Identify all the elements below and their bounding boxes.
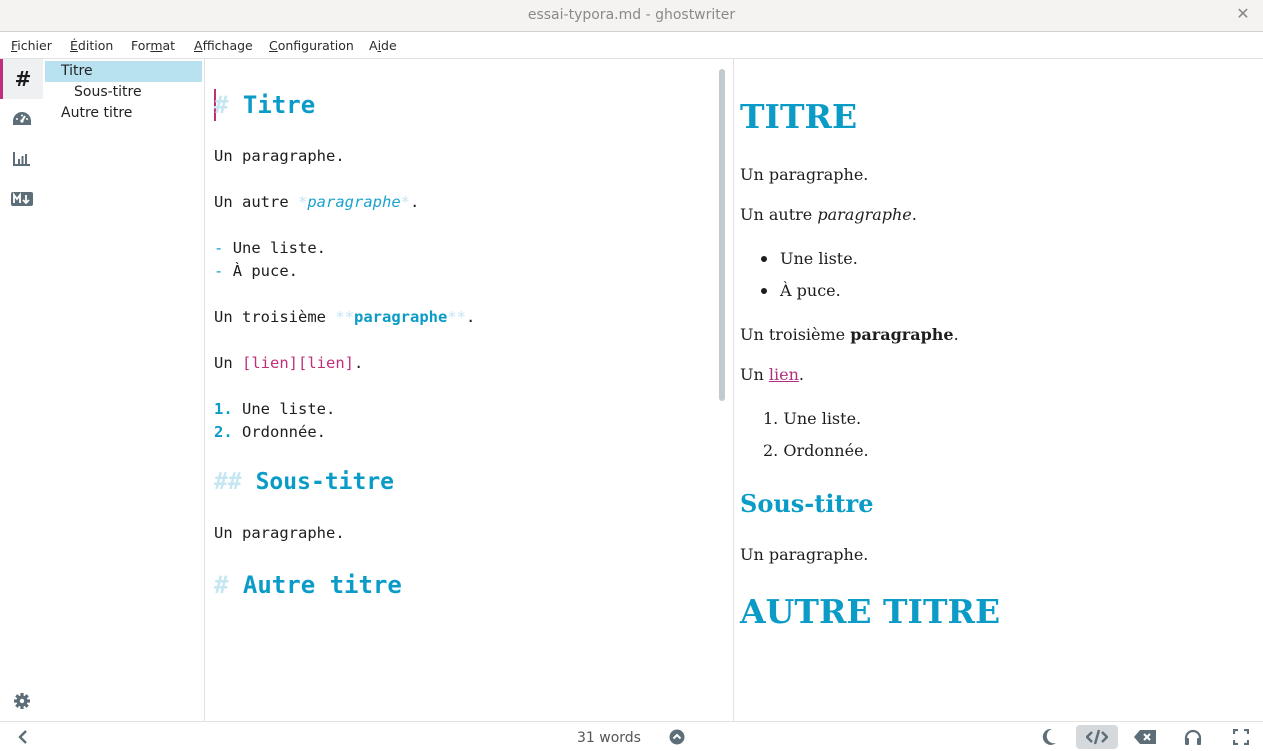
outline-panel: Titre Sous-titre Autre titre xyxy=(45,59,205,721)
gauge-icon xyxy=(12,112,31,125)
editor-paragraph-strong: Un troisième **paragraphe**. xyxy=(214,308,476,326)
chevron-up-circle-icon xyxy=(669,729,685,745)
outline-tab[interactable]: # xyxy=(0,59,43,99)
editor-heading-1b: # Autre titre xyxy=(214,571,402,599)
menu-fichier[interactable]: Fichier xyxy=(11,38,52,53)
editor-ordered-item: 1. Une liste. xyxy=(214,400,336,418)
preview-heading-2: Sous-titre xyxy=(740,489,874,518)
preview-list-item: Une liste. xyxy=(780,249,858,268)
preview-list-item: À puce. xyxy=(780,281,841,300)
editor-heading-1: # Titre xyxy=(214,91,316,119)
editor-paragraph-link: Un [lien][lien]. xyxy=(214,354,364,372)
editor-paragraph: Un paragraphe. xyxy=(214,524,345,542)
preview-ordered-item: 1. Une liste. xyxy=(763,409,862,428)
editor-list-item: - Une liste. xyxy=(214,239,327,257)
editor-paragraph: Un paragraphe. xyxy=(214,147,345,165)
preview-link[interactable]: lien xyxy=(769,365,799,384)
menu-affichage[interactable]: Affichage xyxy=(194,38,253,53)
settings-button[interactable] xyxy=(0,681,43,721)
moon-icon xyxy=(1042,728,1056,745)
menu-bar: Fichier Édition Format Affichage Configu… xyxy=(0,33,1263,59)
fullscreen-button[interactable] xyxy=(1226,725,1256,749)
bar-chart-icon xyxy=(12,152,30,166)
preview-ordered-item: 2. Ordonnée. xyxy=(763,441,869,460)
bullet xyxy=(761,288,767,294)
editor-ordered-item: 2. Ordonnée. xyxy=(214,423,327,441)
hash-icon: # xyxy=(14,67,32,91)
show-options-button[interactable] xyxy=(662,725,692,749)
menu-format[interactable]: Format xyxy=(131,38,175,53)
toggle-sidebar-button[interactable] xyxy=(8,725,38,749)
distraction-free-button[interactable] xyxy=(1178,725,1208,749)
preview-paragraph-strong: Un troisième paragraphe. xyxy=(740,325,959,344)
gear-icon xyxy=(13,693,30,709)
markdown-editor[interactable]: # Titre Un paragraphe. Un autre *paragra… xyxy=(205,59,734,721)
preview-paragraph: Un paragraphe. xyxy=(740,165,869,184)
menu-configuration[interactable]: Configuration xyxy=(269,38,354,53)
outline-item-autre-titre[interactable]: Autre titre xyxy=(61,103,132,124)
sidebar-tabs: # xyxy=(0,59,45,721)
preview-heading-1: TITRE xyxy=(740,97,858,136)
status-bar: 31 words xyxy=(0,721,1263,751)
preview-heading-1b: AUTRE TITRE xyxy=(740,592,1001,631)
editor-paragraph-em: Un autre *paragraphe*. xyxy=(214,193,420,211)
fullscreen-icon xyxy=(1233,729,1249,745)
html-preview: TITRE Un paragraphe. Un autre paragraphe… xyxy=(735,59,1263,721)
editor-list-item: - À puce. xyxy=(214,262,299,280)
editor-scrollbar[interactable] xyxy=(719,69,725,401)
title-bar: essai-typora.md - ghostwriter ✕ xyxy=(0,0,1263,32)
window-title: essai-typora.md - ghostwriter xyxy=(527,7,736,23)
editor-heading-2: ## Sous-titre xyxy=(214,469,395,495)
menu-aide[interactable]: Aide xyxy=(369,38,397,53)
bullet xyxy=(761,256,767,262)
headphones-icon xyxy=(1184,729,1202,745)
word-count[interactable]: 31 words xyxy=(577,730,641,746)
preview-paragraph-em: Un autre paragraphe. xyxy=(740,205,917,224)
markdown-icon xyxy=(10,192,33,206)
chevron-left-icon xyxy=(18,730,27,744)
preview-paragraph-link: Un lien. xyxy=(740,365,804,384)
hemingway-mode-button[interactable] xyxy=(1130,725,1160,749)
session-stats-tab[interactable] xyxy=(0,99,43,139)
code-icon xyxy=(1086,729,1108,745)
preview-paragraph: Un paragraphe. xyxy=(740,545,869,564)
menu-edition[interactable]: Édition xyxy=(70,38,113,53)
outline-item-sous-titre[interactable]: Sous-titre xyxy=(74,82,142,103)
outline-item-titre[interactable]: Titre xyxy=(45,61,202,82)
backspace-icon xyxy=(1134,730,1156,744)
cheatsheet-tab[interactable] xyxy=(0,179,43,219)
close-icon[interactable]: ✕ xyxy=(1234,5,1252,23)
html-preview-button[interactable] xyxy=(1076,725,1118,749)
document-stats-tab[interactable] xyxy=(0,139,43,179)
dark-mode-button[interactable] xyxy=(1034,725,1064,749)
